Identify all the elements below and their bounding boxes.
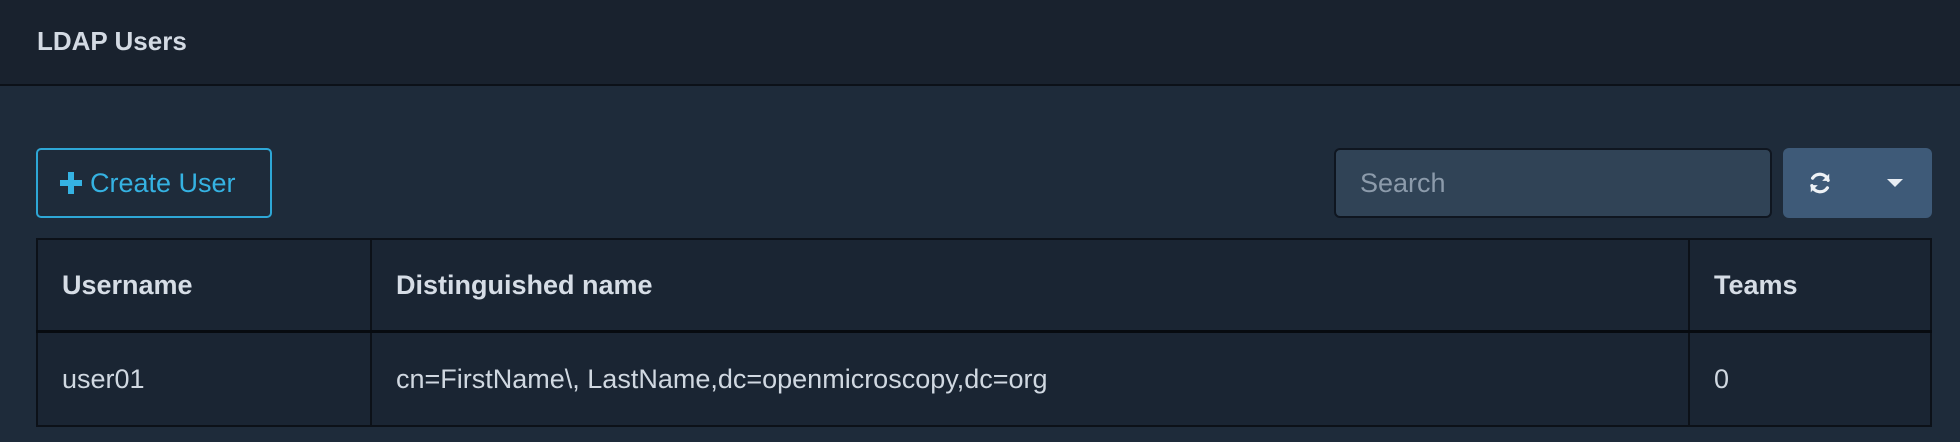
refresh-options-dropdown[interactable] <box>1857 148 1932 218</box>
refresh-button[interactable] <box>1783 148 1857 218</box>
column-header-teams[interactable]: Teams <box>1688 238 1932 333</box>
table-header-row: Username Distinguished name Teams <box>36 238 1932 333</box>
column-header-username[interactable]: Username <box>36 238 372 333</box>
plus-icon <box>60 172 82 194</box>
create-user-button[interactable]: Create User <box>36 148 272 218</box>
column-header-distinguished-name[interactable]: Distinguished name <box>370 238 1690 333</box>
create-user-label: Create User <box>90 167 236 198</box>
page-header: LDAP Users <box>0 0 1960 86</box>
refresh-button-group <box>1783 148 1932 218</box>
cell-username[interactable]: user01 <box>36 330 372 427</box>
search-input[interactable] <box>1334 148 1772 218</box>
cell-distinguished-name: cn=FirstName\, LastName,dc=openmicroscop… <box>370 330 1690 427</box>
caret-down-icon <box>1886 179 1903 187</box>
cell-teams: 0 <box>1688 330 1932 427</box>
table-row[interactable]: user01 cn=FirstName\, LastName,dc=openmi… <box>36 330 1932 427</box>
main-content: Create User Username Distinguished name … <box>0 86 1960 442</box>
refresh-icon <box>1810 172 1830 194</box>
users-table: Username Distinguished name Teams user01… <box>36 238 1932 427</box>
page-title: LDAP Users <box>37 26 187 56</box>
